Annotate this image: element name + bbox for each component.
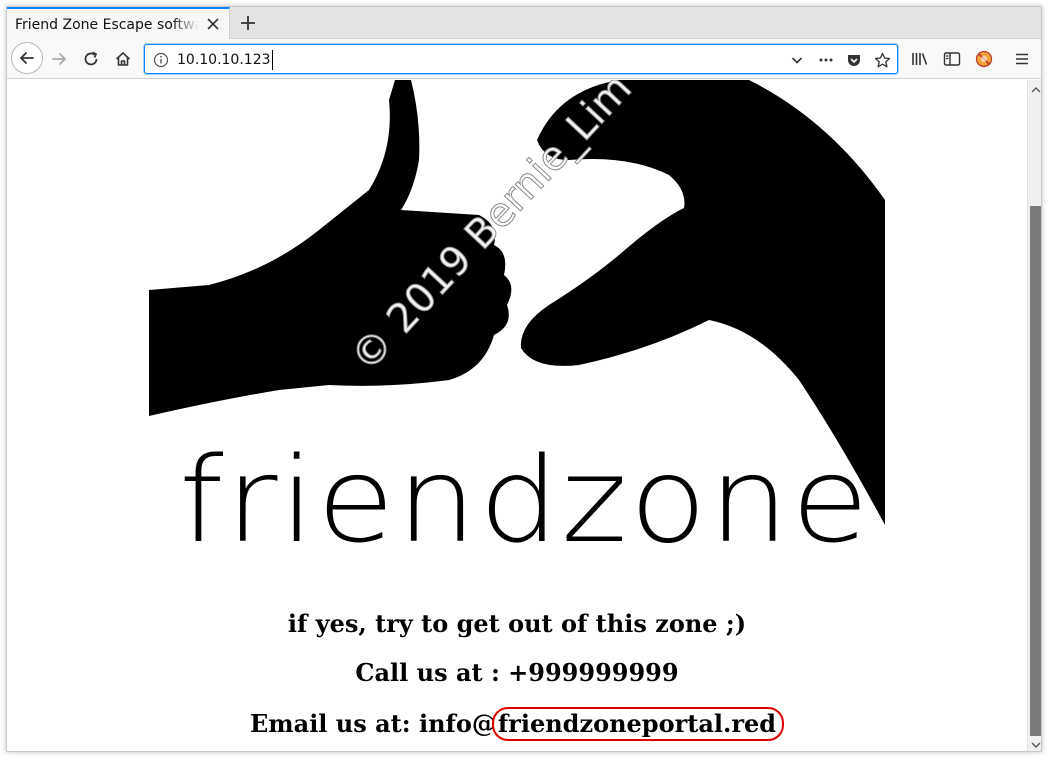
tab-title: Friend Zone Escape software bbox=[15, 17, 199, 33]
url-text[interactable]: 10.10.10.123 bbox=[177, 50, 273, 70]
navigation-toolbar: 10.10.10.123 bbox=[7, 39, 1041, 79]
info-icon[interactable] bbox=[153, 52, 169, 68]
friendzone-hero-image: friendzone © 2019 Bernie_Lim bbox=[149, 80, 885, 585]
close-icon[interactable] bbox=[205, 16, 221, 32]
plus-icon[interactable] bbox=[238, 13, 258, 33]
email-line: Email us at: info@friendzoneportal.red bbox=[7, 707, 1027, 741]
library-icon[interactable] bbox=[909, 48, 931, 70]
highlighted-domain: friendzoneportal.red bbox=[491, 707, 785, 741]
extension-icon[interactable] bbox=[973, 48, 995, 70]
reload-icon[interactable] bbox=[77, 45, 105, 73]
hamburger-menu-icon[interactable] bbox=[1011, 48, 1033, 70]
sidebar-icon[interactable] bbox=[941, 48, 963, 70]
forward-arrow-icon[interactable] bbox=[45, 45, 73, 73]
page-content: friendzone © 2019 Bernie_Lim if yes, try… bbox=[7, 80, 1027, 751]
more-dots-icon[interactable] bbox=[817, 51, 835, 69]
scroll-up-arrow-icon[interactable] bbox=[1028, 82, 1041, 96]
browser-window: Friend Zone Escape software 10.10.10.123 bbox=[6, 6, 1042, 752]
tagline: if yes, try to get out of this zone ;) bbox=[287, 609, 747, 638]
email-prefix: Email us at: info@ bbox=[249, 709, 496, 738]
phone-line: Call us at : +999999999 bbox=[355, 658, 679, 687]
pocket-icon[interactable] bbox=[845, 51, 863, 69]
scrollbar-thumb[interactable] bbox=[1030, 206, 1041, 736]
back-arrow-icon[interactable] bbox=[11, 42, 43, 74]
active-tab[interactable]: Friend Zone Escape software bbox=[7, 7, 230, 39]
scroll-down-arrow-icon[interactable] bbox=[1028, 737, 1041, 751]
friendzone-logo-word: friendzone bbox=[179, 431, 871, 569]
tab-strip: Friend Zone Escape software bbox=[7, 7, 1041, 39]
dropdown-chevron-icon[interactable] bbox=[788, 51, 806, 69]
home-icon[interactable] bbox=[109, 45, 137, 73]
address-bar[interactable]: 10.10.10.123 bbox=[144, 44, 898, 74]
bookmark-star-icon[interactable] bbox=[873, 51, 891, 69]
vertical-scrollbar[interactable] bbox=[1027, 80, 1041, 751]
